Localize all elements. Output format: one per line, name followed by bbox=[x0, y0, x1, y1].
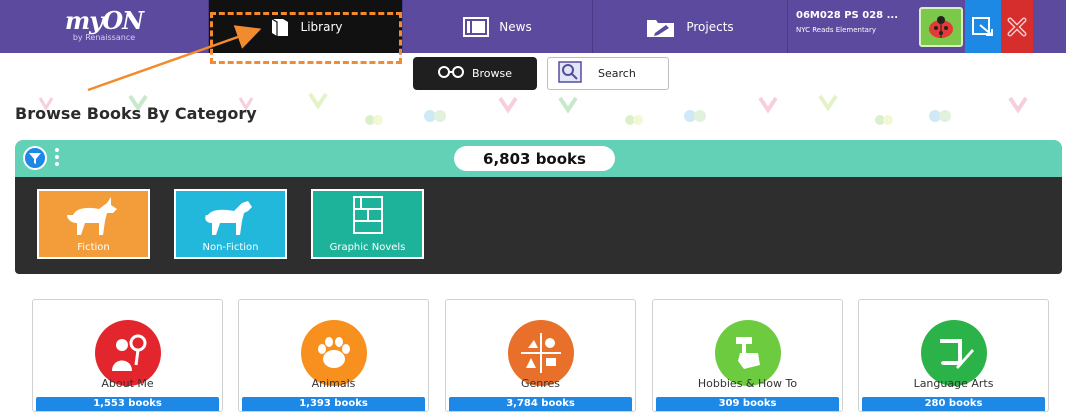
newspaper-icon bbox=[463, 16, 490, 37]
filter-bar: 6,803 books bbox=[15, 140, 1062, 177]
subject-card-language-arts[interactable]: Language Arts 280 books bbox=[858, 299, 1049, 412]
tab-projects[interactable]: Projects bbox=[592, 0, 787, 53]
close-icon bbox=[1007, 17, 1027, 36]
subject-book-count: 1,393 books bbox=[242, 397, 425, 411]
subject-card-hobbies-how-to[interactable]: Hobbies & How To 309 books bbox=[652, 299, 843, 412]
user-info[interactable]: 06M028 PS 028 ... NYC Reads Elementary bbox=[787, 0, 917, 53]
ladybug-icon bbox=[929, 16, 953, 38]
filter-funnel-icon bbox=[29, 153, 41, 164]
unicorn-icon bbox=[39, 195, 148, 239]
subject-card-genres[interactable]: Genres 3,784 books bbox=[445, 299, 636, 412]
page-title: Browse Books By Category bbox=[15, 104, 257, 123]
category-fiction[interactable]: Fiction bbox=[37, 189, 150, 259]
category-non-fiction-label: Non-Fiction bbox=[202, 242, 259, 253]
glasses-icon bbox=[437, 66, 464, 81]
comic-panels-icon bbox=[313, 195, 422, 235]
book-count-badge: 6,803 books bbox=[454, 146, 615, 171]
avatar[interactable] bbox=[919, 7, 963, 47]
subject-name: Language Arts bbox=[913, 377, 994, 390]
exit-icon bbox=[972, 16, 993, 36]
subject-name: Hobbies & How To bbox=[697, 377, 798, 390]
subject-book-count: 1,553 books bbox=[36, 397, 219, 411]
search-icon bbox=[558, 61, 582, 86]
category-non-fiction[interactable]: Non-Fiction bbox=[174, 189, 287, 259]
browse-label: Browse bbox=[471, 67, 513, 80]
close-button[interactable] bbox=[1001, 0, 1033, 53]
category-graphic-novels[interactable]: Graphic Novels bbox=[311, 189, 424, 259]
tab-news[interactable]: News bbox=[402, 0, 592, 53]
subject-book-count: 280 books bbox=[862, 397, 1045, 411]
horse-icon bbox=[176, 195, 285, 239]
tab-projects-label: Projects bbox=[686, 19, 734, 34]
subject-card-about-me[interactable]: About Me 1,553 books bbox=[32, 299, 223, 412]
category-graphic-novels-label: Graphic Novels bbox=[329, 242, 406, 253]
subject-name: About Me bbox=[101, 377, 154, 390]
search-button[interactable]: Search bbox=[547, 57, 669, 90]
subject-name: Genres bbox=[520, 377, 561, 390]
subject-book-count: 309 books bbox=[656, 397, 839, 411]
user-school-code: 06M028 PS 028 ... bbox=[796, 10, 898, 21]
tab-library-label: Library bbox=[300, 19, 343, 34]
more-options-icon[interactable] bbox=[55, 148, 59, 166]
user-school-name: NYC Reads Elementary bbox=[796, 26, 876, 34]
myon-logo[interactable]: myON by Renaissance bbox=[0, 0, 208, 53]
filter-button[interactable] bbox=[23, 146, 47, 170]
brand-subtitle: by Renaissance bbox=[72, 33, 136, 42]
category-panel: Fiction Non-Fiction Graphic Novels bbox=[15, 177, 1062, 274]
tab-library[interactable]: Library bbox=[208, 0, 402, 53]
book-icon bbox=[269, 16, 291, 38]
browse-button[interactable]: Browse bbox=[413, 57, 537, 90]
subject-book-count: 3,784 books bbox=[449, 397, 632, 411]
folder-edit-icon bbox=[646, 16, 676, 38]
subject-name: Animals bbox=[311, 377, 356, 390]
top-nav: myON by Renaissance Library News Project… bbox=[0, 0, 1066, 53]
tab-news-label: News bbox=[499, 19, 532, 34]
brand-name: myON bbox=[64, 6, 144, 35]
category-fiction-label: Fiction bbox=[77, 242, 110, 253]
exit-button[interactable] bbox=[965, 0, 1001, 53]
search-label: Search bbox=[598, 67, 636, 80]
subject-card-animals[interactable]: Animals 1,393 books bbox=[238, 299, 429, 412]
